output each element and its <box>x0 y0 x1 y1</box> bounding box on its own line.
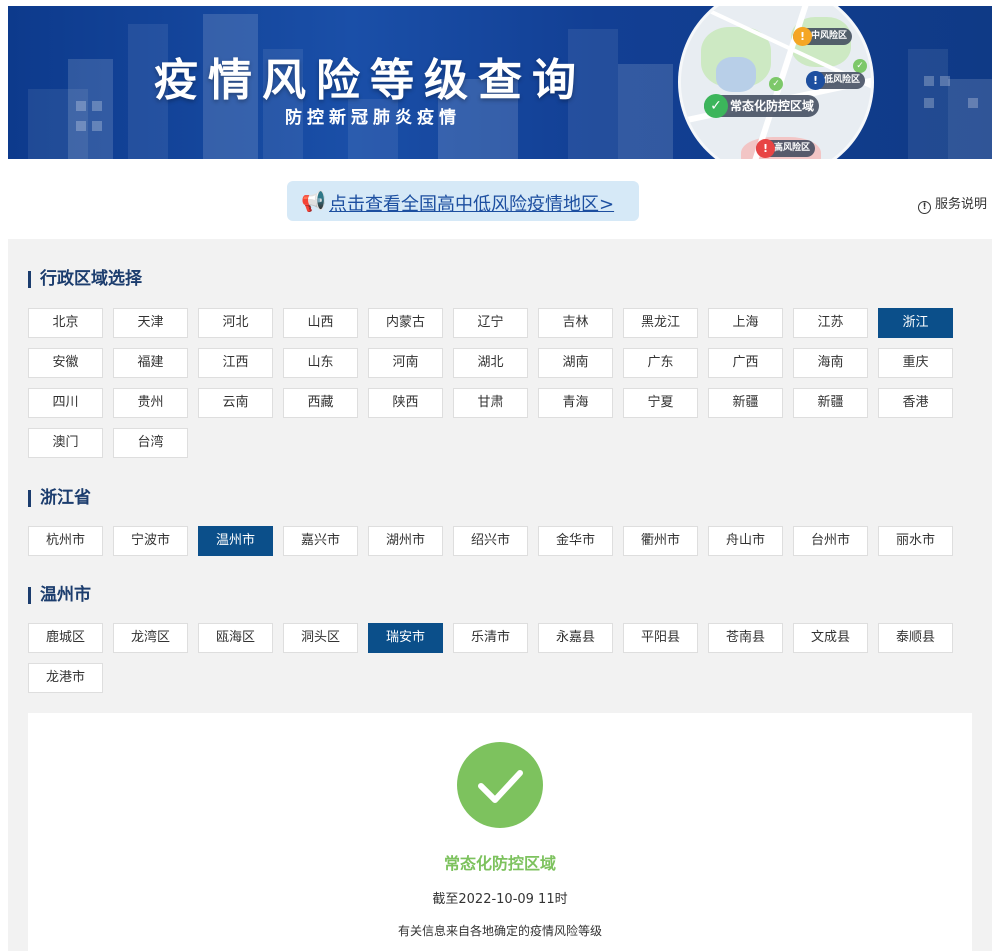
check-icon: ✓ <box>704 94 728 118</box>
district-button[interactable]: 龙港市 <box>28 663 103 693</box>
megaphone-icon: 📢 <box>301 189 326 213</box>
low-risk-label: 低风险区 <box>824 75 861 85</box>
city-button[interactable]: 丽水市 <box>878 526 953 556</box>
warning-icon: ! <box>806 71 825 90</box>
city-button[interactable]: 宁波市 <box>113 526 188 556</box>
province-button[interactable]: 西藏 <box>283 388 358 418</box>
district-button[interactable]: 文成县 <box>793 623 868 653</box>
province-button[interactable]: 广西 <box>708 348 783 378</box>
check-icon: ✓ <box>769 77 783 91</box>
province-button[interactable]: 吉林 <box>538 308 613 338</box>
province-button[interactable]: 云南 <box>198 388 273 418</box>
province-button[interactable]: 四川 <box>28 388 103 418</box>
province-button[interactable]: 山西 <box>283 308 358 338</box>
province-button[interactable]: 内蒙古 <box>368 308 443 338</box>
warning-icon: ! <box>756 139 775 158</box>
province-button[interactable]: 辽宁 <box>453 308 528 338</box>
province-button[interactable]: 北京 <box>28 308 103 338</box>
nationwide-risk-link[interactable]: 📢 点击查看全国高中低风险疫情地区> <box>287 181 639 221</box>
normal-control-label: 常态化防控区域 <box>730 99 815 113</box>
banner-subtitle: 防控新冠肺炎疫情 <box>285 108 461 128</box>
province-button[interactable]: 新疆 <box>793 388 868 418</box>
province-button[interactable]: 福建 <box>113 348 188 378</box>
city-section-title: 浙江省 <box>28 490 91 507</box>
district-button[interactable]: 洞头区 <box>283 623 358 653</box>
medium-risk-label: 中风险区 <box>811 31 848 41</box>
risk-level-text: 常态化防控区域 <box>443 854 556 873</box>
province-button[interactable]: 河北 <box>198 308 273 338</box>
city-button[interactable]: 温州市 <box>198 526 273 556</box>
city-button[interactable]: 杭州市 <box>28 526 103 556</box>
district-button[interactable]: 瑞安市 <box>368 623 443 653</box>
city-button[interactable]: 绍兴市 <box>453 526 528 556</box>
province-button[interactable]: 贵州 <box>113 388 188 418</box>
district-button[interactable]: 瓯海区 <box>198 623 273 653</box>
province-button[interactable]: 黑龙江 <box>623 308 698 338</box>
province-button[interactable]: 重庆 <box>878 348 953 378</box>
province-button[interactable]: 台湾 <box>113 428 188 458</box>
province-button[interactable]: 天津 <box>113 308 188 338</box>
province-button[interactable]: 新疆 <box>708 388 783 418</box>
check-circle-icon <box>457 742 543 828</box>
province-button[interactable]: 山东 <box>283 348 358 378</box>
medium-risk-tag: ! 中风险区 <box>793 27 853 46</box>
city-button[interactable]: 金华市 <box>538 526 613 556</box>
district-section-title: 温州市 <box>28 587 91 604</box>
province-button[interactable]: 浙江 <box>878 308 953 338</box>
service-info-label[interactable]: 服务说明 <box>935 197 987 212</box>
city-button[interactable]: 衢州市 <box>623 526 698 556</box>
update-time-text: 截至2022-10-09 11时 <box>432 892 568 907</box>
province-button[interactable]: 安徽 <box>28 348 103 378</box>
district-button[interactable]: 乐清市 <box>453 623 528 653</box>
province-button[interactable]: 江西 <box>198 348 273 378</box>
province-button[interactable]: 湖南 <box>538 348 613 378</box>
province-button[interactable]: 江苏 <box>793 308 868 338</box>
header-banner: 疫情风险等级查询 防控新冠肺炎疫情 ✓ ✓ ! 中风险区 ! 低风险区 ✓ 常态… <box>8 6 992 159</box>
province-button[interactable]: 上海 <box>708 308 783 338</box>
city-button[interactable]: 台州市 <box>793 526 868 556</box>
province-button[interactable]: 甘肃 <box>453 388 528 418</box>
info-icon: ! <box>918 201 931 214</box>
city-button[interactable]: 湖州市 <box>368 526 443 556</box>
district-button[interactable]: 鹿城区 <box>28 623 103 653</box>
district-button[interactable]: 龙湾区 <box>113 623 188 653</box>
province-button[interactable]: 广东 <box>623 348 698 378</box>
district-button[interactable]: 永嘉县 <box>538 623 613 653</box>
province-button[interactable]: 海南 <box>793 348 868 378</box>
province-button[interactable]: 陕西 <box>368 388 443 418</box>
province-button[interactable]: 香港 <box>878 388 953 418</box>
city-button[interactable]: 嘉兴市 <box>283 526 358 556</box>
check-icon: ✓ <box>853 59 867 73</box>
province-button[interactable]: 青海 <box>538 388 613 418</box>
warning-icon: ! <box>793 27 812 46</box>
city-button[interactable]: 舟山市 <box>708 526 783 556</box>
service-info-link[interactable]: ! 服务说明 <box>918 193 987 214</box>
district-button[interactable]: 泰顺县 <box>878 623 953 653</box>
province-button[interactable]: 澳门 <box>28 428 103 458</box>
district-button[interactable]: 平阳县 <box>623 623 698 653</box>
high-risk-label: 高风险区 <box>774 143 811 153</box>
province-button[interactable]: 河南 <box>368 348 443 378</box>
district-button[interactable]: 苍南县 <box>708 623 783 653</box>
province-section-title: 行政区域选择 <box>28 271 142 288</box>
nationwide-risk-link-text[interactable]: 点击查看全国高中低风险疫情地区> <box>329 190 614 216</box>
province-button[interactable]: 宁夏 <box>623 388 698 418</box>
source-note-text: 有关信息来自各地确定的疫情风险等级 <box>397 924 602 938</box>
low-risk-tag: ! 低风险区 <box>806 71 866 90</box>
normal-control-tag: ✓ 常态化防控区域 <box>704 94 820 118</box>
banner-title: 疫情风险等级查询 <box>154 55 586 106</box>
province-button[interactable]: 湖北 <box>453 348 528 378</box>
high-risk-tag: ! 高风险区 <box>756 139 816 158</box>
